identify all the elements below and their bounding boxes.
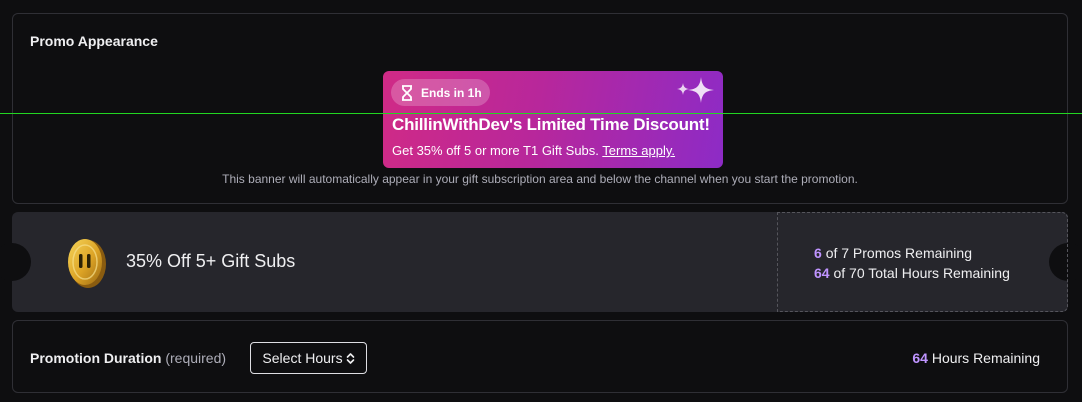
banner-headline: ChillinWithDev's Limited Time Discount! (392, 115, 710, 134)
promo-ticket: 35% Off 5+ Gift Subs 6 of 7 Promos Remai… (0, 212, 1082, 312)
hours-remaining-text: of 70 Total Hours Remaining (833, 265, 1010, 281)
bits-coin-icon (65, 236, 109, 295)
promo-banner-preview: Ends in 1h ChillinWithDev's Limited Time… (383, 71, 723, 168)
terms-apply-link[interactable]: Terms apply. (602, 143, 675, 158)
promos-remaining-line: 6 of 7 Promos Remaining (814, 243, 1010, 263)
promo-stats: 6 of 7 Promos Remaining 64 of 70 Total H… (814, 243, 1010, 283)
duration-label-text: Promotion Duration (30, 350, 162, 366)
select-hours-dropdown[interactable]: Select Hours (250, 342, 367, 374)
banner-info-note: This banner will automatically appear in… (222, 172, 858, 186)
promotion-duration-label: Promotion Duration (required) (30, 350, 226, 366)
ticket-notch-left (0, 243, 31, 281)
duration-hours-remaining: 64 Hours Remaining (912, 350, 1040, 366)
duration-required-text: (required) (165, 350, 227, 366)
duration-hours-count: 64 (912, 350, 928, 366)
hourglass-icon (400, 84, 414, 101)
promotion-duration-card: Promotion Duration (required) Select Hou… (12, 320, 1068, 393)
promo-appearance-card: Promo Appearance Ends in 1h ChillinWithD… (12, 13, 1068, 204)
promo-title: 35% Off 5+ Gift Subs (126, 251, 296, 271)
hours-remaining-line: 64 of 70 Total Hours Remaining (814, 263, 1010, 283)
banner-subtext: Get 35% off 5 or more T1 Gift Subs. Term… (392, 143, 675, 158)
banner-offer-text: Get 35% off 5 or more T1 Gift Subs. (392, 143, 599, 158)
promo-appearance-title: Promo Appearance (30, 33, 158, 49)
ends-in-badge: Ends in 1h (391, 79, 490, 106)
promos-remaining-text: of 7 Promos Remaining (825, 245, 972, 261)
chevron-updown-icon (346, 352, 355, 365)
ends-in-label: Ends in 1h (421, 85, 482, 100)
hours-remaining-count: 64 (814, 265, 830, 281)
sparkle-icon (669, 75, 717, 112)
promos-remaining-count: 6 (814, 245, 822, 261)
guide-line (0, 113, 1082, 114)
select-hours-label: Select Hours (262, 350, 343, 366)
duration-hours-text: Hours Remaining (931, 350, 1040, 366)
